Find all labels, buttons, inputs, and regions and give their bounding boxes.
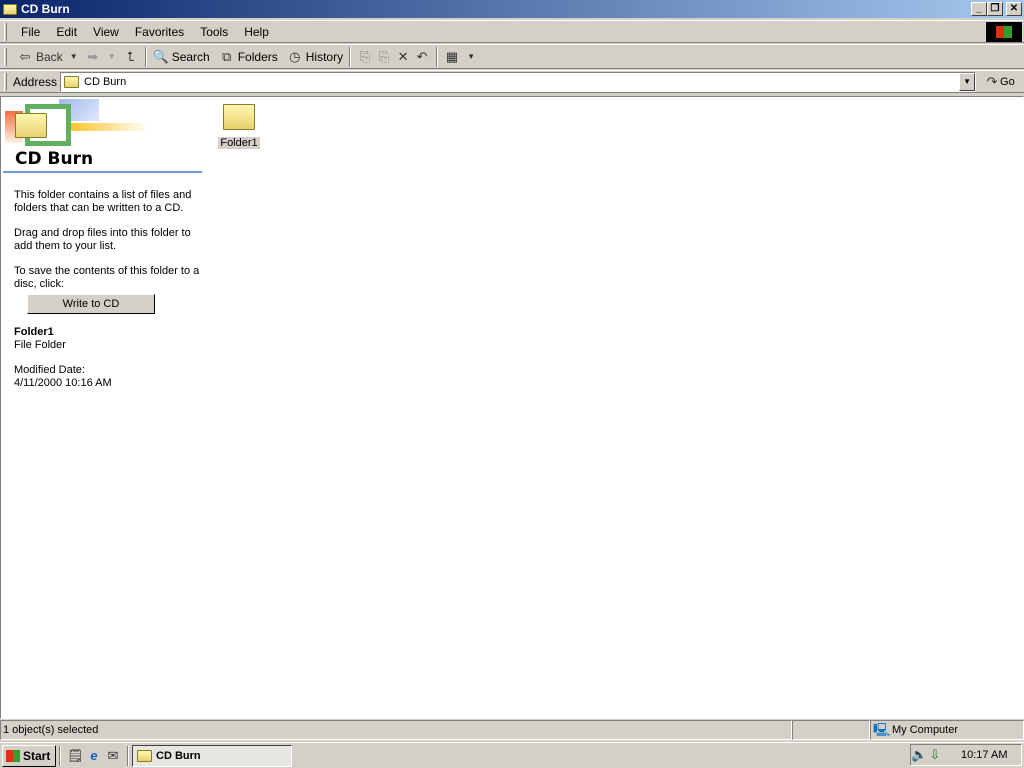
taskbar-button-label: CD Burn [156, 749, 201, 762]
separator [59, 745, 61, 766]
go-button[interactable]: Go [1000, 76, 1015, 88]
internet-explorer-icon[interactable]: e [86, 748, 102, 764]
file-item-folder1[interactable]: Folder1 [215, 101, 263, 149]
my-computer-icon: 🖳 [873, 722, 891, 737]
copy-to-icon[interactable]: ⎘ [376, 49, 392, 65]
drag-drop-text: Drag and drop files into this folder to … [14, 227, 191, 252]
selected-item-name: Folder1 [14, 326, 54, 338]
menu-help[interactable]: Help [236, 25, 277, 39]
selected-item-type: File Folder [14, 339, 66, 351]
forward-dropdown-icon[interactable]: ▼ [104, 49, 120, 65]
move-to-icon[interactable]: ⎘ [357, 49, 373, 65]
folder-view: CD Burn This folder contains a list of f… [0, 96, 1024, 719]
start-label: Start [23, 748, 51, 763]
write-to-cd-button[interactable]: Write to CD [27, 294, 155, 314]
taskbar: Start 🗒 e ✉ CD Burn 🔈 ⇩ 10:17 AM [0, 742, 1024, 768]
separator [349, 46, 352, 67]
up-folder-icon[interactable]: ⮤ [123, 49, 139, 65]
address-bar: Address CD Burn ▼ ↷ Go [0, 70, 1024, 93]
windows-flag-icon [6, 749, 20, 762]
windows-logo [986, 22, 1022, 42]
folder-icon [15, 113, 47, 138]
menu-favorites[interactable]: Favorites [127, 25, 192, 39]
menu-file[interactable]: File [13, 25, 48, 39]
forward-button[interactable]: ➡ [85, 49, 101, 65]
address-label: Address [13, 74, 58, 89]
separator [127, 745, 129, 766]
address-input[interactable]: CD Burn ▼ [60, 71, 977, 92]
status-bar: 1 object(s) selected 🖳 My Computer [0, 720, 1024, 741]
back-dropdown-icon[interactable]: ▼ [66, 49, 82, 65]
separator [144, 46, 147, 67]
status-zone-label: My Computer [892, 724, 959, 736]
folder-icon [64, 75, 80, 88]
views-dropdown-icon[interactable]: ▼ [463, 49, 479, 65]
search-button[interactable]: Search [172, 50, 210, 64]
folder-icon [137, 749, 152, 762]
grip [4, 72, 7, 91]
volume-icon[interactable]: 🔈 [911, 747, 927, 763]
show-desktop-icon[interactable]: 🗒 [67, 748, 84, 764]
menu-tools[interactable]: Tools [192, 25, 236, 39]
close-button[interactable]: ✕ [1006, 2, 1022, 16]
folders-button[interactable]: Folders [238, 50, 278, 64]
undo-icon[interactable]: ↶ [414, 49, 430, 65]
address-value: CD Burn [84, 75, 127, 88]
menu-view[interactable]: View [85, 25, 127, 39]
title-bar: CD Burn _ ❐ ✕ [0, 0, 1024, 18]
clock: 10:17 AM [961, 749, 1008, 761]
status-zone: 🖳 My Computer [870, 720, 1024, 740]
search-icon[interactable]: 🔍 [153, 49, 169, 65]
back-arrow-icon[interactable]: ⇦ [17, 49, 33, 65]
taskbar-button-cd-burn[interactable]: CD Burn [132, 744, 292, 767]
cd-burn-banner [3, 99, 153, 149]
back-button[interactable]: Back [36, 50, 63, 64]
network-icon[interactable]: ⇩ [927, 747, 943, 763]
menu-edit[interactable]: Edit [48, 25, 85, 39]
folder-icon [3, 3, 17, 15]
save-instructions-text: To save the contents of this folder to a… [14, 265, 200, 290]
delete-icon[interactable]: ✕ [395, 49, 411, 65]
file-item-label: Folder1 [218, 137, 260, 149]
outlook-express-icon[interactable]: ✉ [105, 748, 121, 764]
history-button[interactable]: History [306, 50, 343, 64]
grip [4, 22, 7, 41]
minimize-button[interactable]: _ [971, 2, 987, 16]
description-text: This folder contains a list of files and… [14, 189, 192, 214]
grip [4, 47, 7, 66]
address-dropdown-button[interactable]: ▼ [959, 72, 976, 91]
status-selected: 1 object(s) selected [0, 720, 792, 740]
folders-icon[interactable]: ⧉ [219, 49, 235, 65]
modified-value: 4/11/2000 10:16 AM [14, 377, 112, 389]
history-icon[interactable]: ◷ [287, 49, 303, 65]
modified-label: Modified Date: [14, 364, 85, 376]
status-size [792, 720, 870, 740]
separator [436, 46, 439, 67]
menu-bar: File Edit View Favorites Tools Help [0, 20, 1024, 43]
folder-icon [223, 104, 255, 130]
restore-button[interactable]: ❐ [987, 2, 1003, 16]
start-button[interactable]: Start [2, 744, 56, 767]
go-arrow-icon[interactable]: ↷ [984, 74, 1000, 90]
divider [3, 171, 202, 173]
system-tray: 🔈 ⇩ 10:17 AM [910, 744, 1022, 766]
standard-toolbar: ⇦ Back ▼ ➡ ▼ ⮤ 🔍 Search ⧉ Folders ◷ Hist… [0, 44, 1024, 69]
window-title: CD Burn [21, 2, 70, 16]
views-icon[interactable]: ▦ [444, 49, 460, 65]
panel-title: CD Burn [15, 149, 94, 169]
